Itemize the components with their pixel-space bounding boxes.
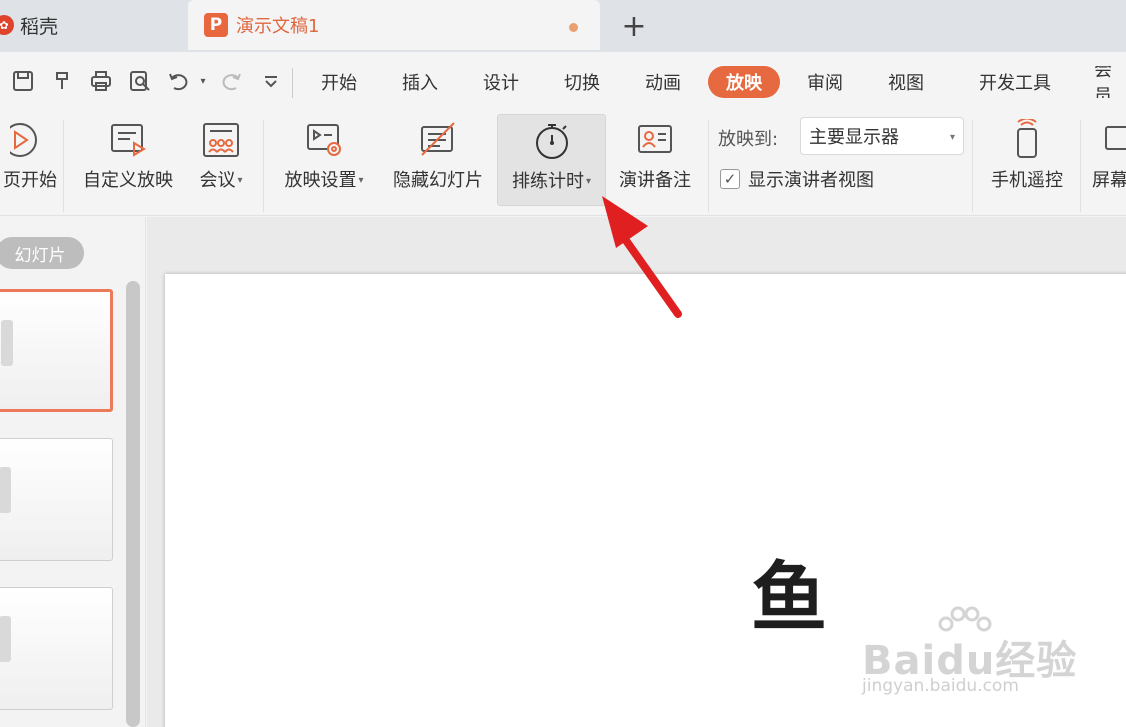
presentation-logo-icon: P: [204, 13, 228, 37]
screen-label: 屏幕: [1092, 170, 1126, 191]
slides-panel: 幻灯片: [0, 217, 146, 727]
thumbnail-content: [0, 616, 11, 662]
custom-show-label: 自定义放映: [83, 170, 173, 191]
print-preview-icon[interactable]: [127, 68, 153, 94]
menu-row: ▾ 开始 插入 设计 切换 动画 放映 审阅 视图 开发工具 会员: [0, 52, 1126, 110]
rehearse-timing-dropdown-icon: ▾: [585, 176, 592, 187]
new-tab-button[interactable]: +: [616, 8, 652, 44]
menu-insert[interactable]: 插入: [389, 66, 451, 98]
speaker-notes-label: 演讲备注: [619, 170, 691, 191]
tab-document[interactable]: P 演示文稿1: [188, 0, 600, 50]
play-icon: [10, 114, 50, 166]
tab-bar: ✿ 稻壳 P 演示文稿1 +: [0, 0, 1126, 52]
menu-view[interactable]: 视图: [875, 66, 937, 98]
from-start-label: 页开始: [3, 170, 57, 191]
slides-panel-tab[interactable]: 幻灯片: [0, 237, 84, 269]
tab-home[interactable]: ✿ 稻壳: [0, 0, 186, 50]
presenter-view-checkbox[interactable]: ✓ 显示演讲者视图: [720, 166, 874, 192]
play-to-value: 主要显示器: [809, 127, 899, 148]
ribbon: 页开始 自定义放映 会议 ▾ 放映设置 ▾ 隐藏幻灯片 排练计时 ▾ 演讲备注 …: [0, 110, 1126, 216]
save-icon[interactable]: [10, 68, 36, 94]
tab-home-label: 稻壳: [20, 15, 59, 38]
chevron-down-icon: ▾: [949, 132, 955, 143]
hide-slide-button[interactable]: 隐藏幻灯片: [386, 114, 490, 206]
show-settings-dropdown-icon: ▾: [358, 175, 364, 186]
ribbon-separator: [263, 120, 264, 212]
play-to-label: 放映到:: [718, 129, 779, 150]
watermark-url: jingyan.baidu.com: [862, 676, 1019, 696]
ribbon-separator: [1080, 120, 1081, 212]
thumbnail-content: [0, 467, 11, 513]
menu-animation[interactable]: 动画: [632, 66, 694, 98]
show-settings-icon: [304, 114, 344, 166]
toolbar-separator: [292, 68, 293, 98]
slide-thumbnail[interactable]: [0, 289, 113, 412]
from-start-button[interactable]: 页开始: [0, 114, 60, 206]
slides-scrollbar[interactable]: [126, 281, 140, 727]
ribbon-separator: [63, 120, 64, 212]
watermark: Baidu经验 jingyan.baidu.com: [862, 606, 1082, 706]
format-painter-icon[interactable]: [50, 68, 76, 94]
undo-icon[interactable]: [166, 68, 192, 94]
custom-show-icon: [108, 114, 148, 166]
slide-text[interactable]: 鱼: [751, 536, 827, 646]
red-arrow-annotation: [602, 196, 682, 318]
slide-thumbnail[interactable]: [0, 438, 113, 561]
rehearse-timing-label: 排练计时: [511, 171, 584, 192]
menu-home[interactable]: 开始: [308, 66, 370, 98]
print-icon[interactable]: [88, 68, 114, 94]
meeting-icon: [201, 114, 241, 166]
tab-document-label: 演示文稿1: [236, 16, 320, 37]
menu-design[interactable]: 设计: [470, 66, 532, 98]
hide-slide-label: 隐藏幻灯片: [393, 170, 483, 191]
stopwatch-icon: [532, 115, 572, 167]
checkbox-checked-icon[interactable]: ✓: [720, 169, 740, 189]
customize-toolbar-icon[interactable]: [258, 68, 284, 94]
menu-slideshow[interactable]: 放映: [708, 66, 780, 98]
menu-review[interactable]: 审阅: [794, 66, 856, 98]
menu-transition[interactable]: 切换: [551, 66, 613, 98]
phone-remote-icon: [1007, 114, 1047, 166]
redo-icon[interactable]: [218, 68, 244, 94]
phone-remote-label: 手机遥控: [991, 170, 1063, 191]
thumbnail-content: [1, 320, 13, 366]
phone-remote-button[interactable]: 手机遥控: [982, 114, 1072, 206]
speaker-notes-icon: [635, 114, 675, 166]
menu-developer[interactable]: 开发工具: [966, 66, 1064, 98]
undo-dropdown-icon[interactable]: ▾: [190, 68, 216, 94]
show-settings-button[interactable]: 放映设置 ▾: [274, 114, 374, 206]
presenter-view-label: 显示演讲者视图: [748, 170, 874, 191]
menu-member[interactable]: 会员: [1094, 66, 1126, 98]
slide-thumbnail[interactable]: [0, 587, 113, 710]
ribbon-separator: [972, 120, 973, 212]
screen-icon: [1092, 114, 1126, 166]
unsaved-dot-icon: [569, 23, 578, 32]
hide-slide-icon: [418, 114, 458, 166]
meeting-button[interactable]: 会议 ▾: [190, 114, 252, 206]
play-to-select[interactable]: 主要显示器 ▾: [800, 117, 964, 155]
ribbon-separator: [708, 120, 709, 212]
docer-logo-icon: ✿: [0, 15, 14, 35]
custom-show-button[interactable]: 自定义放映: [74, 114, 182, 206]
meeting-dropdown-icon: ▾: [237, 175, 243, 186]
show-settings-label: 放映设置: [284, 170, 357, 191]
screen-button[interactable]: 屏幕: [1092, 114, 1126, 206]
meeting-label: 会议: [199, 170, 236, 191]
